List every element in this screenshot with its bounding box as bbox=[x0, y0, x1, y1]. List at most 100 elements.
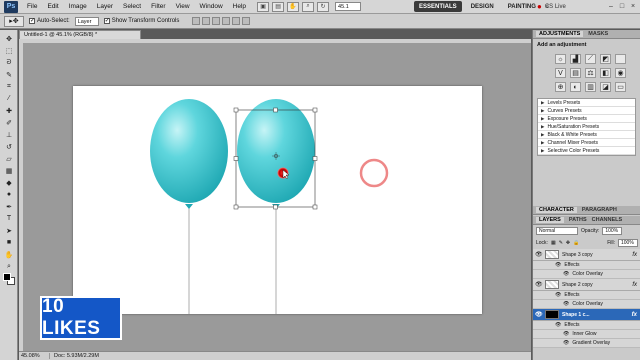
layer-name[interactable]: Shape 2 copy bbox=[562, 282, 593, 288]
align-bottom-icon[interactable] bbox=[212, 17, 221, 25]
lasso-tool-icon[interactable]: ᘐ bbox=[3, 58, 15, 67]
lock-all-icon[interactable]: 🔒 bbox=[573, 240, 579, 246]
fx-icon[interactable]: fx bbox=[632, 312, 637, 318]
layer-row-selected[interactable]: 👁 Shape 1 c... fx bbox=[533, 309, 640, 321]
effect-eye-icon[interactable]: 👁 bbox=[563, 271, 569, 277]
crop-tool-icon[interactable]: ⌗ bbox=[3, 82, 15, 91]
shape-tool-icon[interactable]: ■ bbox=[3, 238, 15, 247]
fill-field[interactable]: 100% bbox=[618, 239, 638, 247]
preset-item[interactable]: ▶ Black & White Presets bbox=[538, 131, 635, 139]
zoom-field[interactable]: 45.1 bbox=[335, 2, 362, 11]
tab-paths[interactable]: PATHS bbox=[569, 217, 587, 223]
effects-row[interactable]: 👁 Effects bbox=[533, 261, 640, 270]
zoom-tool-icon[interactable]: ⌕ bbox=[3, 262, 15, 271]
tool-preset-picker[interactable]: ▸✥ bbox=[4, 15, 24, 27]
fx-icon[interactable]: fx bbox=[632, 282, 637, 288]
menu-filter[interactable]: Filter bbox=[146, 3, 170, 10]
exposure-icon[interactable]: ◩ bbox=[600, 54, 611, 64]
maximize-icon[interactable]: □ bbox=[617, 1, 627, 11]
align-center-icon[interactable] bbox=[232, 17, 241, 25]
layer-row[interactable]: 👁 Shape 3 copy fx bbox=[533, 249, 640, 261]
preset-item[interactable]: ▶ Curves Presets bbox=[538, 107, 635, 115]
blur-tool-icon[interactable]: ◆ bbox=[3, 178, 15, 187]
effects-row[interactable]: 👁 Effects bbox=[533, 321, 640, 330]
lock-pixels-icon[interactable]: ✎ bbox=[559, 240, 563, 246]
hand-tool-icon[interactable]: ✋ bbox=[3, 250, 15, 259]
healing-brush-tool-icon[interactable]: ✚ bbox=[3, 106, 15, 115]
invert-icon[interactable]: ◐ bbox=[570, 82, 581, 92]
photo-filter-icon[interactable]: ◉ bbox=[615, 68, 626, 78]
threshold-icon[interactable]: ◪ bbox=[600, 82, 611, 92]
channel-mixer-icon[interactable]: ⊕ bbox=[555, 82, 566, 92]
curves-icon[interactable]: ⟋ bbox=[585, 54, 596, 64]
tab-masks[interactable]: MASKS bbox=[588, 31, 608, 37]
blend-mode-dropdown[interactable]: Normal bbox=[536, 227, 578, 235]
menu-select[interactable]: Select bbox=[118, 3, 146, 10]
show-transform-checkbox[interactable]: ✓ Show Transform Controls bbox=[103, 18, 179, 24]
align-left-icon[interactable] bbox=[222, 17, 231, 25]
align-right-icon[interactable] bbox=[242, 17, 251, 25]
effect-item[interactable]: 👁 Inner Glow bbox=[533, 330, 640, 339]
menu-image[interactable]: Image bbox=[64, 3, 92, 10]
move-tool-icon[interactable]: ✥ bbox=[3, 34, 15, 43]
tab-adjustments[interactable]: ADJUSTMENTS bbox=[536, 31, 584, 37]
layer-name[interactable]: Shape 3 copy bbox=[562, 252, 593, 258]
effects-row[interactable]: 👁 Effects bbox=[533, 291, 640, 300]
visibility-eye-icon[interactable]: 👁 bbox=[535, 251, 543, 258]
pen-tool-icon[interactable]: ✒ bbox=[3, 202, 15, 211]
preset-item[interactable]: ▶ Levels Presets bbox=[538, 99, 635, 107]
lock-position-icon[interactable]: ✥ bbox=[566, 240, 570, 246]
effect-item[interactable]: 👁 Color Overlay bbox=[533, 270, 640, 279]
workspace-design[interactable]: DESIGN bbox=[466, 1, 499, 12]
lock-transparency-icon[interactable]: ▦ bbox=[551, 240, 556, 246]
menu-layer[interactable]: Layer bbox=[92, 3, 118, 10]
effects-eye-icon[interactable]: 👁 bbox=[555, 292, 561, 298]
dodge-tool-icon[interactable]: ● bbox=[3, 190, 15, 199]
tab-paragraph[interactable]: PARAGRAPH bbox=[582, 207, 617, 213]
canvas[interactable] bbox=[73, 86, 482, 314]
effect-eye-icon[interactable]: 👁 bbox=[563, 331, 569, 337]
effects-eye-icon[interactable]: 👁 bbox=[555, 262, 561, 268]
marquee-tool-icon[interactable]: ⬚ bbox=[3, 46, 15, 55]
workspace-essentials[interactable]: ESSENTIALS bbox=[414, 1, 462, 12]
tab-channels[interactable]: CHANNELS bbox=[592, 217, 623, 223]
type-tool-icon[interactable]: T bbox=[3, 214, 15, 223]
effects-eye-icon[interactable]: 👁 bbox=[555, 322, 561, 328]
workspace-painting[interactable]: PAINTING bbox=[503, 1, 541, 12]
preset-item[interactable]: ▶ Selective Color Presets bbox=[538, 147, 635, 155]
zoom-icon[interactable]: ⌕ bbox=[302, 1, 315, 12]
preset-item[interactable]: ▶ Exposure Presets bbox=[538, 115, 635, 123]
cs-live-label[interactable]: CS Live bbox=[545, 4, 566, 10]
rotate-view-icon[interactable]: ↻ bbox=[317, 1, 330, 12]
auto-select-checkbox[interactable]: ✓ Auto-Select: bbox=[29, 18, 70, 24]
status-zoom[interactable]: 45.08% bbox=[19, 353, 49, 359]
minibridge-icon[interactable]: ▤ bbox=[272, 1, 285, 12]
eyedropper-tool-icon[interactable]: ⁄ bbox=[3, 94, 15, 103]
menu-file[interactable]: File bbox=[22, 3, 42, 10]
bridge-icon[interactable]: ▣ bbox=[257, 1, 270, 12]
gradient-tool-icon[interactable]: ▦ bbox=[3, 166, 15, 175]
opacity-field[interactable]: 100% bbox=[602, 227, 623, 235]
menu-view[interactable]: View bbox=[171, 3, 195, 10]
align-middle-icon[interactable] bbox=[202, 17, 211, 25]
levels-icon[interactable]: ▟ bbox=[570, 54, 581, 64]
hand-icon[interactable]: ✋ bbox=[287, 1, 300, 12]
black-white-icon[interactable]: ◧ bbox=[600, 68, 611, 78]
brightness-contrast-icon[interactable]: ☼ bbox=[555, 54, 566, 64]
preset-item[interactable]: ▶ Hue/Saturation Presets bbox=[538, 123, 635, 131]
foreground-color-swatch[interactable] bbox=[3, 273, 11, 281]
hue-saturation-icon[interactable]: ▤ bbox=[570, 68, 581, 78]
auto-select-dropdown[interactable]: Layer bbox=[74, 16, 99, 26]
effect-item[interactable]: 👁 Gradient Overlay bbox=[533, 339, 640, 348]
visibility-eye-icon[interactable]: 👁 bbox=[535, 281, 543, 288]
cs-live-icon[interactable]: ● bbox=[537, 2, 542, 11]
tab-layers[interactable]: LAYERS bbox=[536, 217, 564, 223]
clone-stamp-tool-icon[interactable]: ⊥ bbox=[3, 130, 15, 139]
path-select-tool-icon[interactable]: ➤ bbox=[3, 226, 15, 235]
color-balance-icon[interactable]: ⚖ bbox=[585, 68, 596, 78]
quick-select-tool-icon[interactable]: ✎ bbox=[3, 70, 15, 79]
layer-name[interactable]: Shape 1 c... bbox=[562, 312, 590, 318]
tab-character[interactable]: CHARACTER bbox=[536, 207, 577, 213]
menu-help[interactable]: Help bbox=[228, 3, 251, 10]
menu-edit[interactable]: Edit bbox=[42, 3, 63, 10]
